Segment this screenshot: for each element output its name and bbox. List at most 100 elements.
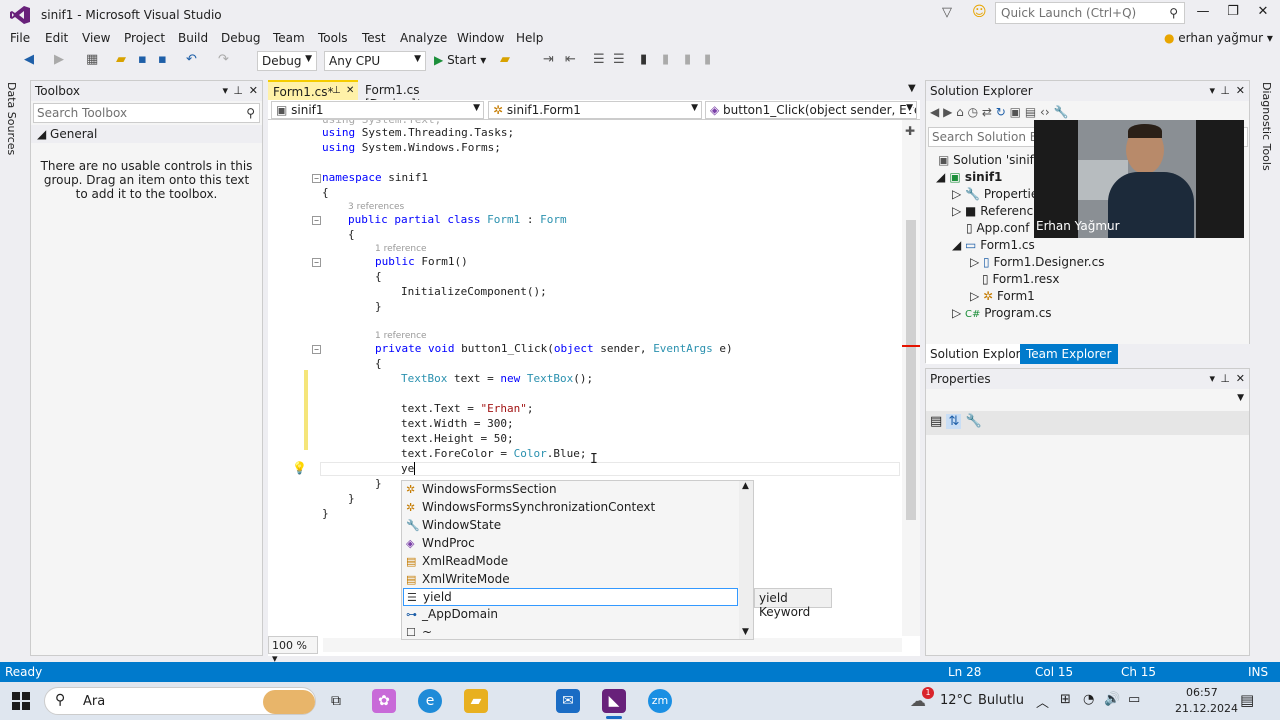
pin-icon[interactable]: ⊥ — [332, 85, 341, 96]
completion-item[interactable]: ▤ XmlWriteMode — [403, 571, 738, 589]
network-icon[interactable]: ◔ — [1083, 692, 1094, 707]
mail-icon[interactable]: ✉ — [556, 689, 580, 713]
history-icon[interactable]: ◷ — [968, 105, 978, 119]
back-icon[interactable]: ◀ — [930, 105, 939, 119]
copilot-icon[interactable]: ✿ — [372, 689, 396, 713]
completion-item[interactable]: 🔧 WindowState — [403, 517, 738, 535]
forward-icon[interactable]: ▶ — [943, 105, 952, 119]
windows-start-icon[interactable] — [12, 692, 30, 710]
toolbox-group-general[interactable]: ◢ General — [31, 125, 262, 143]
tree-item-form1-class[interactable]: ▷ ✲ Form1 — [970, 289, 1035, 303]
collapse-icon[interactable]: − — [312, 345, 321, 354]
save-icon[interactable]: ▪ — [138, 52, 147, 67]
completion-item[interactable]: ☐ ~ — [403, 624, 738, 642]
toolbox-search-input[interactable]: Search Toolbox ⚲ — [33, 103, 260, 123]
taskbar-search-box[interactable]: ⚲ Ara — [44, 687, 316, 715]
close-icon[interactable]: ✕ — [1236, 84, 1245, 97]
comment-icon[interactable]: ☰ — [593, 52, 605, 67]
codelens-references[interactable]: 1 reference — [375, 244, 427, 254]
tree-item-references[interactable]: ▷ ■ Referenc — [952, 204, 1033, 218]
pin-icon[interactable]: ⊥ — [1220, 372, 1230, 385]
save-all-icon[interactable]: ▪ — [158, 52, 167, 67]
clock-time[interactable]: 06:57 — [1186, 686, 1218, 699]
dropdown-icon[interactable]: ▾ — [1209, 84, 1215, 97]
new-project-icon[interactable]: ▦ — [86, 52, 98, 67]
codelens-references[interactable]: 1 reference — [375, 331, 427, 341]
property-pages-icon[interactable]: 🔧 — [965, 414, 981, 429]
show-all-icon[interactable]: ▤ — [1025, 105, 1036, 119]
completion-item-selected[interactable]: ☰ yield — [403, 588, 738, 606]
intellisense-scrollbar[interactable]: ▲ ▼ — [739, 481, 753, 639]
code-view-icon[interactable]: ‹› — [1040, 105, 1050, 119]
task-view-icon[interactable]: ⧉ — [324, 689, 348, 713]
sync-icon[interactable]: ⇄ — [982, 105, 992, 119]
outdent-icon[interactable]: ⇤ — [565, 52, 576, 67]
completion-item[interactable]: ✲ WindowsFormsSynchronizationContext — [403, 499, 738, 517]
pin-icon[interactable]: ⊥ — [1220, 84, 1230, 97]
uncomment-icon[interactable]: ☰ — [613, 52, 625, 67]
filter-icon[interactable]: ▽ — [942, 5, 952, 20]
collapse-icon[interactable]: − — [312, 216, 321, 225]
menu-debug[interactable]: Debug — [221, 31, 260, 45]
dropdown-icon[interactable]: ▾ — [1209, 372, 1215, 385]
menu-build[interactable]: Build — [178, 31, 208, 45]
start-button[interactable]: ▶ Start ▾ — [434, 53, 486, 67]
tree-item-solution[interactable]: ▣ Solution 'sinif1' — [938, 153, 1045, 167]
close-window-button[interactable]: ✕ — [1248, 4, 1278, 19]
tray-app-icon[interactable]: ⊞ — [1060, 692, 1071, 707]
tree-item-properties[interactable]: ▷ 🔧 Propertie — [952, 187, 1038, 201]
tree-item-project[interactable]: ◢ ▣ sinif1 — [936, 170, 1002, 184]
tree-item-app-config[interactable]: ▯ App.conf — [966, 221, 1029, 235]
menu-test[interactable]: Test — [362, 31, 386, 45]
feedback-smiley-icon[interactable]: ☺ — [972, 4, 987, 20]
type-dropdown[interactable]: ✲ sinif1.Form1 ▼ — [488, 101, 702, 119]
open-file-icon[interactable]: ▰ — [116, 52, 126, 67]
clear-bookmarks-icon[interactable]: ▮ — [704, 52, 711, 67]
notifications-icon[interactable]: ▤ — [1240, 691, 1254, 709]
properties-icon[interactable]: 🔧 — [1053, 105, 1068, 119]
battery-icon[interactable]: ▭ — [1128, 692, 1140, 707]
pin-icon[interactable]: ⊥ — [233, 84, 243, 97]
collapse-all-icon[interactable]: ▣ — [1010, 105, 1021, 119]
visual-studio-taskbar-icon[interactable]: ◣ — [602, 689, 626, 713]
edge-icon[interactable]: e — [418, 689, 442, 713]
diagnostic-tools-tab[interactable]: Diagnostic Tools — [1254, 78, 1280, 648]
codelens-references[interactable]: 3 references — [348, 202, 404, 212]
tab-form1-cs[interactable]: Form1.cs* ⊥ ✕ — [268, 80, 358, 100]
solution-platform-select[interactable]: Any CPU ▼ — [324, 51, 426, 71]
home-icon[interactable]: ⌂ — [956, 105, 964, 119]
scroll-up-icon[interactable]: ▲ — [742, 481, 749, 491]
menu-file[interactable]: File — [10, 31, 30, 45]
scroll-thumb[interactable] — [906, 220, 916, 520]
show-hidden-icons[interactable]: ︿ — [1036, 692, 1049, 711]
minimize-button[interactable]: — — [1188, 4, 1218, 19]
completion-item[interactable]: ⊶ _AppDomain — [403, 606, 738, 624]
tab-team-explorer[interactable]: Team Explorer — [1020, 344, 1118, 364]
tab-overflow-icon[interactable]: ▼ — [908, 83, 916, 94]
restore-button[interactable]: ❐ — [1218, 4, 1248, 19]
menu-project[interactable]: Project — [124, 31, 165, 45]
dropdown-icon[interactable]: ▾ — [222, 84, 228, 97]
indent-icon[interactable]: ⇥ — [543, 52, 554, 67]
close-icon[interactable]: ✕ — [1236, 372, 1245, 385]
categorized-icon[interactable]: ▤ — [930, 414, 942, 429]
menu-analyze[interactable]: Analyze — [400, 31, 447, 45]
member-dropdown[interactable]: ◈ button1_Click(object sender, EventArgs… — [705, 101, 917, 119]
tree-item-form1-cs[interactable]: ◢ ▭ Form1.cs — [952, 238, 1035, 252]
tree-item-form1-resx[interactable]: ▯ Form1.resx — [982, 272, 1060, 286]
menu-window[interactable]: Window — [457, 31, 504, 45]
lightbulb-icon[interactable]: 💡 — [292, 461, 307, 475]
tree-item-form1-designer[interactable]: ▷ ▯ Form1.Designer.cs — [970, 255, 1104, 269]
close-icon[interactable]: ✕ — [249, 84, 258, 97]
object-selector[interactable]: ▼ — [928, 391, 1248, 409]
tab-form1-design[interactable]: Form1.cs [Design]* — [360, 80, 470, 111]
completion-item[interactable]: ✲ WindowsFormsSection — [403, 481, 738, 499]
collapse-icon[interactable]: − — [312, 174, 321, 183]
alphabetical-icon[interactable]: ⇅ — [946, 414, 962, 429]
volume-icon[interactable]: 🔊 — [1104, 692, 1120, 707]
navigate-forward-icon[interactable]: ▶ — [54, 52, 64, 67]
file-explorer-icon[interactable]: ▰ — [464, 689, 488, 713]
redo-icon[interactable]: ↷ — [218, 52, 229, 67]
split-icon[interactable]: ✚ — [905, 124, 915, 138]
zoom-level[interactable]: 100 % ▾ — [268, 636, 318, 665]
